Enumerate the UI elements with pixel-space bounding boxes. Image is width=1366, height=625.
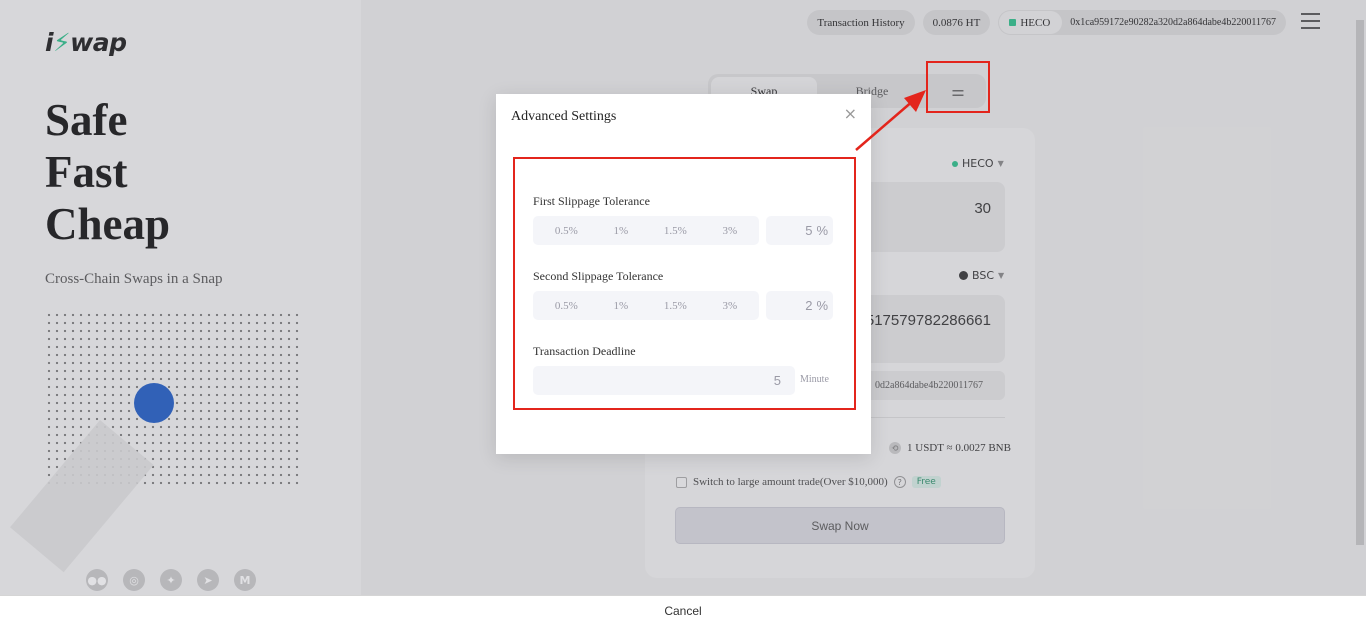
advanced-settings-modal: Advanced Settings × First Slippage Toler… <box>496 94 871 454</box>
modal-title: Advanced Settings <box>511 109 617 124</box>
annotation-arrow-icon <box>855 90 926 151</box>
annotation-highlight-box <box>513 157 856 410</box>
cancel-button[interactable]: Cancel <box>0 595 1366 625</box>
annotation-settings-box <box>926 61 990 113</box>
